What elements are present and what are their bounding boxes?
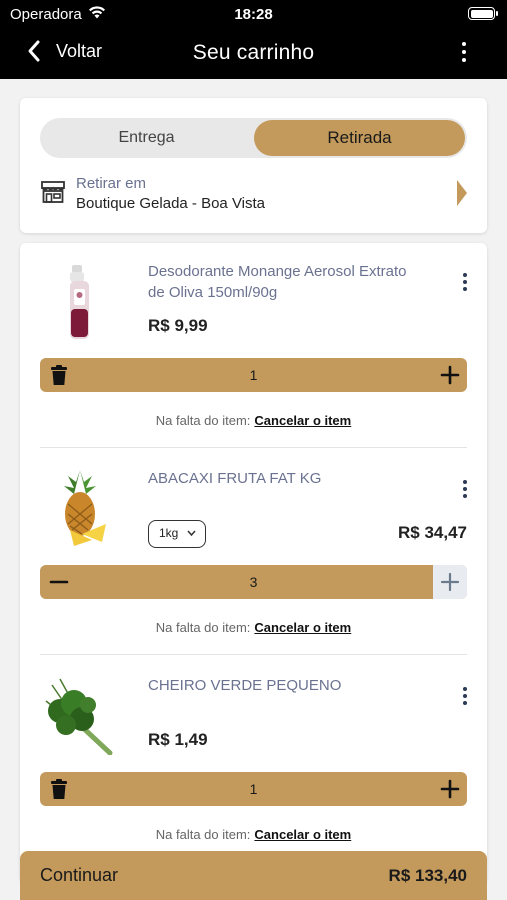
delivery-card: Entrega Retirada Retirar em Boutique Gel… — [20, 98, 487, 233]
product-image — [64, 470, 106, 546]
quantity-stepper: 3 — [40, 565, 467, 599]
cancel-item-link[interactable]: Cancelar o item — [254, 413, 351, 428]
product-price: R$ 34,47 — [398, 523, 467, 542]
battery-icon — [468, 7, 498, 20]
product-name: Desodorante Monange Aerosol Extrato de O… — [148, 263, 407, 301]
shortage-row: Na falta do item: Cancelar o item — [20, 620, 487, 635]
product-name: CHEIRO VERDE PEQUENO — [148, 677, 342, 694]
plus-icon[interactable] — [439, 778, 461, 800]
list-item: Desodorante Monange Aerosol Extrato de O… — [20, 243, 487, 448]
status-bar: Operadora 18:28 — [0, 0, 507, 28]
cancel-item-link[interactable]: Cancelar o item — [254, 620, 351, 635]
product-price: R$ 1,49 — [148, 730, 208, 749]
cart-items: Desodorante Monange Aerosol Extrato de O… — [20, 243, 487, 883]
item-options-button[interactable] — [463, 273, 467, 291]
chevron-down-icon — [187, 530, 196, 536]
cancel-item-link[interactable]: Cancelar o item — [254, 827, 351, 842]
quantity-value: 3 — [249, 574, 258, 590]
kebab-icon — [463, 687, 467, 691]
plus-icon — [440, 572, 460, 592]
nav-bar: Voltar Seu carrinho — [0, 28, 507, 79]
list-item: CHEIRO VERDE PEQUENO R$ 1,49 1 Na falta … — [20, 657, 487, 862]
shortage-label: Na falta do item: — [155, 827, 251, 842]
product-image — [45, 678, 113, 755]
pickup-label: Retirar em — [76, 175, 147, 192]
plus-icon[interactable] — [439, 364, 461, 386]
shortage-label: Na falta do item: — [155, 620, 251, 635]
continue-label: Continuar — [40, 865, 119, 885]
top-bar: Operadora 18:28 Voltar Seu carrinho — [0, 0, 507, 79]
page-title: Seu carrinho — [192, 41, 315, 64]
delivery-toggle: Entrega Retirada — [40, 118, 467, 158]
product-image — [70, 265, 89, 339]
product-name: ABACAXI FRUTA FAT KG — [148, 470, 322, 487]
shortage-row: Na falta do item: Cancelar o item — [20, 827, 487, 842]
arrow-right-icon[interactable] — [457, 180, 467, 206]
quantity-value: 1 — [249, 367, 258, 383]
increase-button[interactable] — [433, 565, 467, 599]
quantity-value: 1 — [249, 781, 258, 797]
clock: 18:28 — [234, 6, 273, 23]
kebab-icon — [463, 480, 467, 484]
weight-value: 1kg — [159, 526, 179, 540]
product-price: R$ 9,99 — [148, 316, 208, 335]
tab-entrega[interactable]: Entrega — [40, 118, 253, 158]
divider — [40, 447, 467, 448]
item-options-button[interactable] — [463, 480, 467, 498]
tab-retirada[interactable]: Retirada — [254, 120, 465, 156]
continue-button[interactable]: Continuar R$ 133,40 — [20, 851, 487, 900]
quantity-stepper: 1 — [40, 772, 467, 806]
pickup-store[interactable]: Boutique Gelada - Boa Vista — [76, 195, 265, 212]
shortage-row: Na falta do item: Cancelar o item — [20, 413, 487, 428]
store-icon — [41, 181, 65, 203]
list-item: ABACAXI FRUTA FAT KG 1kg R$ 34,47 3 Na f… — [20, 450, 487, 655]
quantity-stepper: 1 — [40, 358, 467, 392]
item-options-button[interactable] — [463, 687, 467, 705]
more-options-button[interactable] — [461, 42, 467, 62]
weight-select[interactable]: 1kg — [148, 520, 206, 548]
kebab-icon — [462, 42, 466, 46]
divider — [40, 654, 467, 655]
kebab-icon — [463, 273, 467, 277]
shortage-label: Na falta do item: — [155, 413, 251, 428]
cart-total: R$ 133,40 — [388, 866, 467, 885]
